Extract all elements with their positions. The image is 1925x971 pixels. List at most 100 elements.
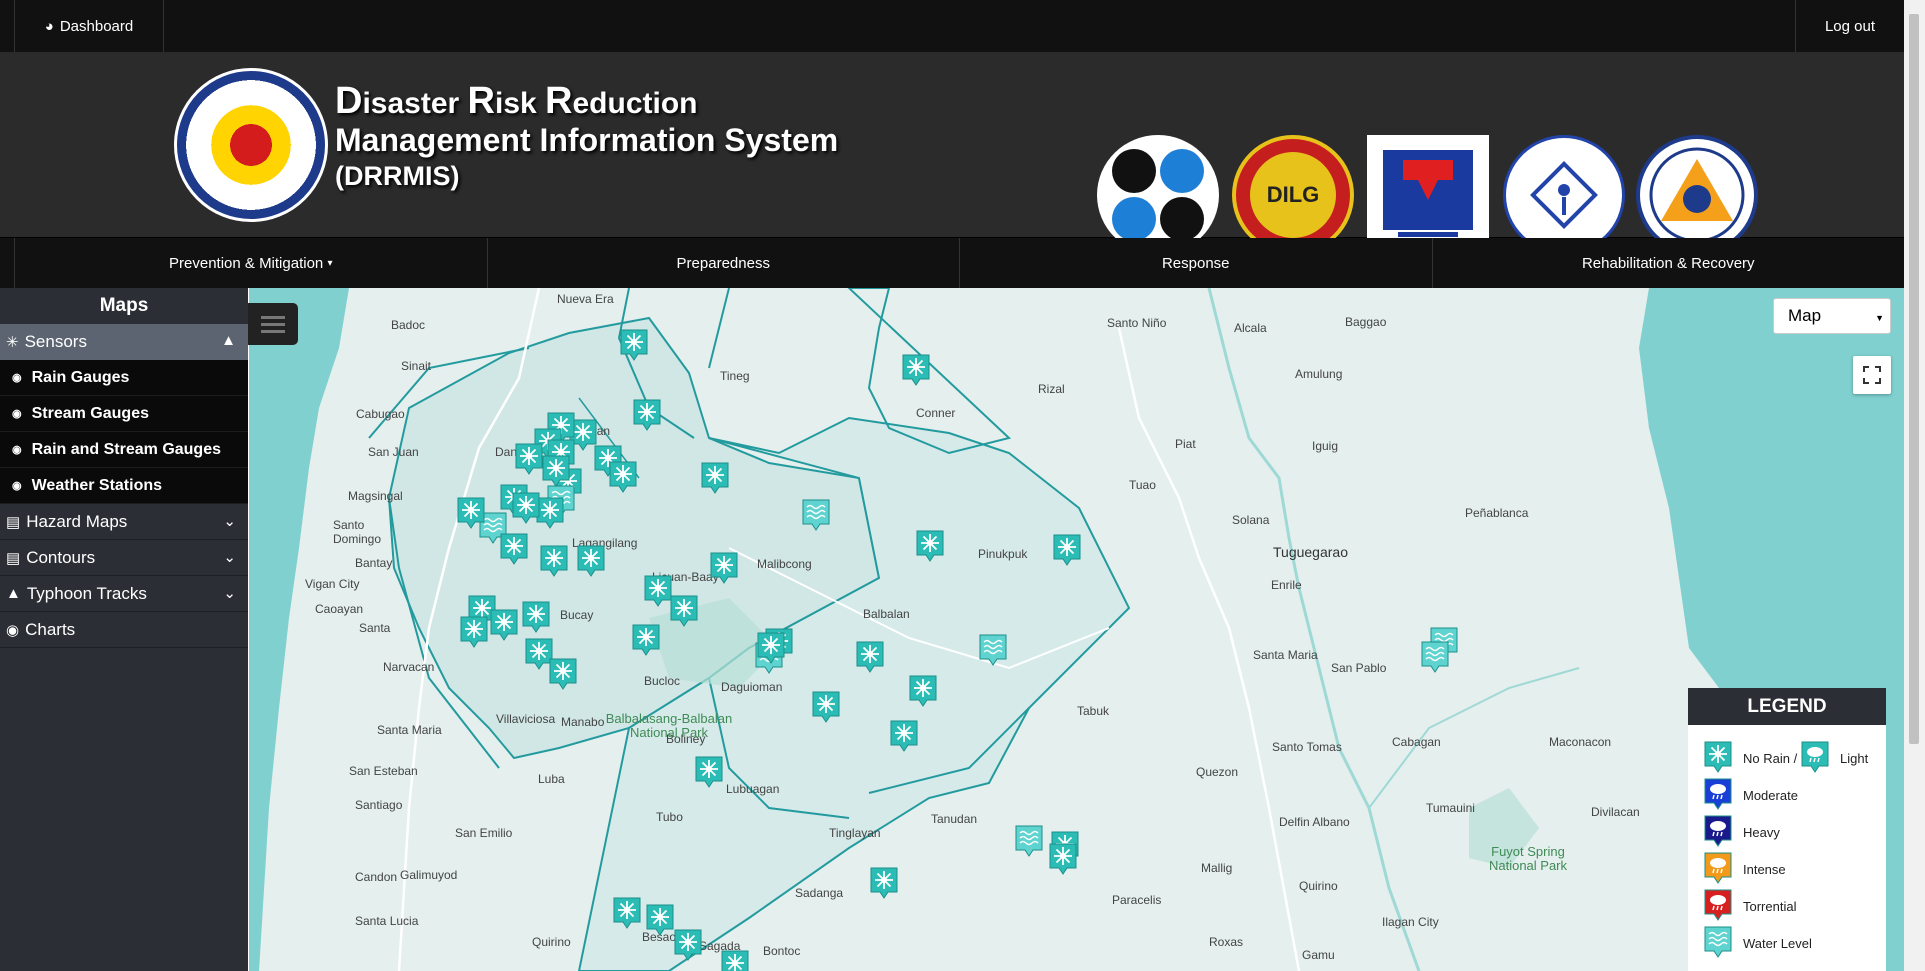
nav-prevention-mitigation[interactable]: Prevention & Mitigation ▾ [14, 238, 487, 288]
legend-item: Water Level [1703, 925, 1812, 962]
sensor-marker[interactable] [643, 574, 672, 607]
sidebar-item-rain-gauges[interactable]: ◉ Rain Gauges [0, 360, 248, 396]
water-level-icon [1703, 925, 1733, 962]
sensor-marker[interactable] [548, 657, 577, 690]
map-label: Amulung [1295, 367, 1343, 381]
sensor-marker[interactable] [539, 544, 568, 577]
page-scrollbar[interactable] [1904, 0, 1925, 971]
logout-link[interactable]: Log out [1795, 0, 1904, 52]
sidebar-contours[interactable]: ▤ Contours ⌄ [0, 540, 248, 576]
road-icon: ▲ [6, 585, 21, 602]
sensor-marker[interactable] [756, 631, 785, 664]
sensor-marker[interactable] [499, 532, 528, 565]
nav-rehabilitation-recovery[interactable]: Rehabilitation & Recovery [1431, 238, 1905, 288]
sensor-marker[interactable] [541, 454, 570, 487]
sensor-marker[interactable] [459, 615, 488, 648]
fullscreen-button[interactable] [1853, 356, 1891, 394]
sensor-marker[interactable] [709, 551, 738, 584]
sensor-marker[interactable] [889, 719, 918, 752]
sensor-marker[interactable] [673, 928, 702, 961]
sensor-marker[interactable] [619, 328, 648, 361]
sensor-marker[interactable] [1420, 640, 1449, 673]
dashboard-link[interactable]: ◕ Dashboard [14, 0, 164, 52]
map-label: Cabugao [356, 407, 405, 421]
sensor-marker[interactable] [1014, 824, 1043, 857]
map-label: San Pablo [1331, 661, 1387, 675]
sensor-marker[interactable] [631, 623, 660, 656]
sensor-marker[interactable] [978, 633, 1007, 666]
sensor-marker[interactable] [908, 674, 937, 707]
sensor-marker[interactable] [489, 608, 518, 641]
sensor-marker[interactable] [1052, 533, 1081, 566]
sensor-marker[interactable] [855, 640, 884, 673]
map-label: Bontoc [763, 944, 801, 958]
sidebar-charts[interactable]: ◉ Charts [0, 612, 248, 648]
legend-item: Heavy [1703, 814, 1780, 851]
map-label: Rizal [1038, 382, 1065, 396]
map-label: Tabuk [1077, 704, 1110, 718]
sensor-marker[interactable] [811, 690, 840, 723]
header-banner: Disaster Risk Reduction Management Infor… [0, 53, 1904, 255]
sensor-marker[interactable] [700, 461, 729, 494]
map-canvas[interactable]: Nueva Era Badoc Sinait Cabugao San Juan … [249, 288, 1904, 971]
sensor-marker[interactable] [608, 460, 637, 493]
map-label: Baggao [1345, 315, 1387, 329]
map-label: Caoayan [315, 602, 364, 616]
sidebar-typhoon-tracks[interactable]: ▲ Typhoon Tracks ⌄ [0, 576, 248, 612]
sensor-marker[interactable] [901, 353, 930, 386]
legend-item: Light [1800, 740, 1868, 777]
nav-response[interactable]: Response [959, 238, 1432, 288]
fullscreen-icon [1863, 366, 1881, 384]
sidebar-hazard-maps[interactable]: ▤ Hazard Maps ⌄ [0, 504, 248, 540]
sidebar-item-stream-gauges[interactable]: ◉ Stream Gauges [0, 396, 248, 432]
map-label: Santo Niño [1107, 316, 1167, 330]
map-type-select[interactable]: Map ▼ [1773, 298, 1891, 334]
no-rain-icon [1703, 740, 1733, 777]
sidebar-sensors[interactable]: ✳ Sensors ▲ [0, 324, 248, 360]
dilg-logo: DILG [1232, 135, 1354, 255]
sidebar-item-weather-stations[interactable]: ◉ Weather Stations [0, 468, 248, 504]
sensor-marker[interactable] [576, 544, 605, 577]
sensor-marker[interactable] [456, 496, 485, 529]
sensor-marker[interactable] [645, 903, 674, 936]
sensor-marker[interactable] [612, 896, 641, 929]
sensor-marker[interactable] [521, 600, 550, 633]
map-label: Sadanga [795, 886, 844, 900]
map-label: Balbalan [863, 607, 910, 621]
chevron-down-icon: ⌄ [223, 549, 236, 566]
sensor-marker[interactable] [524, 637, 553, 670]
sensor-marker[interactable] [720, 949, 749, 971]
map-label: Villaviciosa [496, 712, 556, 726]
sensor-marker[interactable] [1048, 842, 1077, 875]
chevron-up-icon: ▲ [221, 332, 236, 349]
map-menu-button[interactable] [248, 303, 298, 345]
legend-panel: LEGEND No Rain / Light Moderate Heavy In… [1688, 688, 1886, 971]
map-label: Bucloc [644, 674, 681, 688]
sensor-marker[interactable] [632, 398, 661, 431]
sensor-marker[interactable] [801, 498, 830, 531]
legend-item: No Rain / [1703, 740, 1797, 777]
dnd-ocd-logo [1636, 135, 1758, 255]
system-title: Disaster Risk Reduction Management Infor… [335, 80, 839, 191]
map-label: Santo Domingo [333, 518, 382, 546]
map-label: Malibcong [757, 557, 812, 571]
heavy-rain-icon [1703, 814, 1733, 851]
eye-icon: ◉ [12, 444, 22, 456]
sensor-marker[interactable] [514, 442, 543, 475]
neda-logo [1503, 135, 1625, 255]
sensor-marker[interactable] [669, 594, 698, 627]
map-label: Conner [916, 406, 956, 420]
nav-preparedness[interactable]: Preparedness [486, 238, 960, 288]
light-rain-icon [1800, 740, 1830, 777]
sidebar-item-rain-stream-gauges[interactable]: ◉ Rain and Stream Gauges [0, 432, 248, 468]
sensor-marker[interactable] [694, 755, 723, 788]
cordillera-rdrrmc-seal [174, 68, 328, 222]
scrollbar-thumb[interactable] [1909, 14, 1919, 744]
sensor-marker[interactable] [869, 866, 898, 899]
chevron-down-icon: ⌄ [223, 513, 236, 530]
chevron-down-icon: ⌄ [223, 585, 236, 602]
sensor-marker[interactable] [511, 491, 540, 524]
sensor-marker[interactable] [915, 529, 944, 562]
map-label: Narvacan [383, 660, 435, 674]
sidebar: Maps ✳ Sensors ▲ ◉ Rain Gauges ◉ Stream Ga… [0, 288, 248, 971]
